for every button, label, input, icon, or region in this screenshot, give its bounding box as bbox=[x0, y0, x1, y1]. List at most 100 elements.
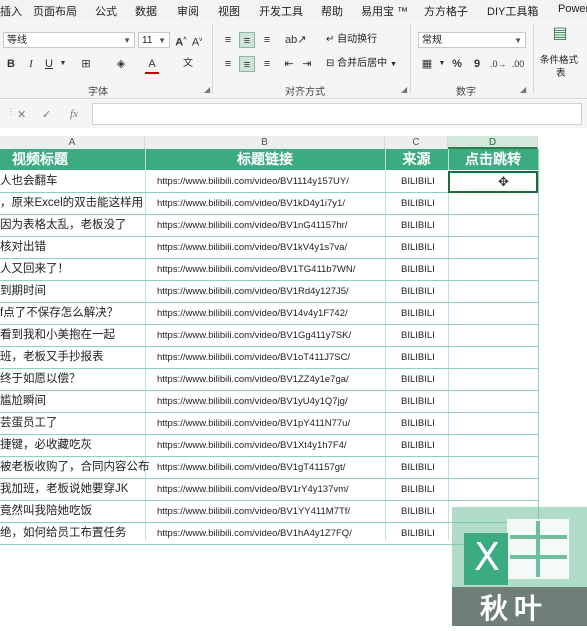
active-cell-d2[interactable]: ✥ bbox=[448, 171, 538, 193]
cell-link[interactable]: https://www.bilibili.com/video/BV1pY411N… bbox=[157, 413, 387, 434]
cell-title[interactable]: 因为表格太乱，老板没了 bbox=[0, 215, 150, 236]
cell-source[interactable]: BILIBILI bbox=[401, 369, 446, 390]
align-left-icon[interactable]: ≡ bbox=[220, 56, 236, 72]
cell-link[interactable]: https://www.bilibili.com/video/BV1oT411J… bbox=[157, 347, 387, 368]
cell-source[interactable]: BILIBILI bbox=[401, 193, 446, 214]
tab-page-layout[interactable]: 页面布局 bbox=[33, 3, 77, 19]
merge-center-button[interactable]: ⊟ 合并后居中 ▼ bbox=[326, 56, 397, 72]
cell-link[interactable]: https://www.bilibili.com/video/BV1hA4y1Z… bbox=[157, 523, 387, 544]
percent-icon[interactable]: % bbox=[450, 56, 464, 72]
column-header-a[interactable]: A bbox=[0, 136, 145, 149]
dialog-launcher-icon[interactable]: ◢ bbox=[401, 85, 407, 94]
cell-source[interactable]: BILIBILI bbox=[401, 347, 446, 368]
bold-icon[interactable]: B bbox=[4, 56, 18, 72]
header-source[interactable]: 来源 bbox=[385, 149, 448, 170]
cell-title[interactable]: 捷键，必收藏吃灰 bbox=[0, 435, 150, 456]
format-as-table-button[interactable]: 表 bbox=[556, 65, 566, 79]
chevron-down-icon[interactable]: ▼ bbox=[438, 56, 446, 72]
conditional-format-icon[interactable]: ▤ bbox=[548, 26, 572, 42]
cell-link[interactable]: https://www.bilibili.com/video/BV1Gg411y… bbox=[157, 325, 387, 346]
border-icon[interactable]: ⊞ bbox=[78, 56, 94, 72]
cell-source[interactable]: BILIBILI bbox=[401, 501, 446, 522]
cell-source[interactable]: BILIBILI bbox=[401, 171, 446, 192]
cell-source[interactable]: BILIBILI bbox=[401, 259, 446, 280]
cell-link[interactable]: https://www.bilibili.com/video/BV1Rd4y12… bbox=[157, 281, 387, 302]
tab-view[interactable]: 视图 bbox=[218, 3, 240, 19]
increase-font-icon[interactable]: A^ bbox=[174, 32, 188, 49]
tab-data[interactable]: 数据 bbox=[135, 3, 157, 19]
cell-source[interactable]: BILIBILI bbox=[401, 281, 446, 302]
cell-link[interactable]: https://www.bilibili.com/video/BV1gT4115… bbox=[157, 457, 387, 478]
wrap-text-button[interactable]: ↵ 自动换行 bbox=[326, 32, 377, 48]
header-jump[interactable]: 点击跳转 bbox=[448, 149, 538, 170]
cell-link[interactable]: https://www.bilibili.com/video/BV1114y15… bbox=[157, 171, 387, 192]
cell-source[interactable]: BILIBILI bbox=[401, 457, 446, 478]
decrease-indent-icon[interactable]: ⇤ bbox=[282, 56, 296, 72]
cell-link[interactable]: https://www.bilibili.com/video/BV1YY411M… bbox=[157, 501, 387, 522]
cell-title[interactable]: 绝，如何给员工布置任务 bbox=[0, 523, 150, 544]
cell-title[interactable]: f点了不保存怎么解决？ bbox=[0, 303, 150, 324]
font-size-select[interactable]: 11 ▼ bbox=[138, 32, 170, 48]
insert-function-icon[interactable]: fx bbox=[70, 108, 78, 120]
tab-fangfanggezi[interactable]: 方方格子 bbox=[424, 3, 468, 19]
increase-indent-icon[interactable]: ⇥ bbox=[300, 56, 314, 72]
cell-title[interactable]: 人又回来了！ bbox=[0, 259, 150, 280]
increase-decimal-icon[interactable]: .0→ bbox=[490, 56, 507, 72]
fill-color-icon[interactable]: ◈ bbox=[113, 56, 129, 72]
tab-developer[interactable]: 开发工具 bbox=[259, 3, 303, 19]
cell-title[interactable]: 竟然叫我陪她吃饭 bbox=[0, 501, 150, 522]
cell-title[interactable]: 芸蛋员工了 bbox=[0, 413, 150, 434]
tab-review[interactable]: 审阅 bbox=[177, 3, 199, 19]
column-header-d[interactable]: D bbox=[448, 136, 538, 149]
cell-title[interactable]: ，原来Excel的双击能这样用 bbox=[0, 193, 150, 214]
cell-source[interactable]: BILIBILI bbox=[401, 523, 446, 544]
font-name-select[interactable]: 等线 ▼ bbox=[3, 32, 135, 48]
decrease-decimal-icon[interactable]: .00 bbox=[510, 56, 526, 72]
cell-title[interactable]: 人也会翻车 bbox=[0, 171, 150, 192]
underline-icon[interactable]: U bbox=[42, 56, 56, 72]
cell-source[interactable]: BILIBILI bbox=[401, 325, 446, 346]
cell-source[interactable]: BILIBILI bbox=[401, 215, 446, 236]
tab-diy-toolbox[interactable]: DIY工具箱 bbox=[487, 3, 538, 19]
cell-title[interactable]: 终于如愿以偿？ bbox=[0, 369, 150, 390]
cell-link[interactable]: https://www.bilibili.com/video/BV1yU4y1Q… bbox=[157, 391, 387, 412]
font-color-icon[interactable]: A bbox=[145, 56, 159, 74]
enter-icon[interactable]: ✓ bbox=[42, 108, 51, 121]
tab-formulas[interactable]: 公式 bbox=[95, 3, 117, 19]
cell-title[interactable]: 班，老板又手抄报表 bbox=[0, 347, 150, 368]
cell-source[interactable]: BILIBILI bbox=[401, 391, 446, 412]
cell-title[interactable]: 尴尬瞬间 bbox=[0, 391, 150, 412]
cell-source[interactable]: BILIBILI bbox=[401, 479, 446, 500]
more-icon[interactable]: ⋮ bbox=[7, 107, 15, 116]
italic-icon[interactable]: I bbox=[24, 56, 38, 72]
cell-link[interactable]: https://www.bilibili.com/video/BV1TG411b… bbox=[157, 259, 387, 280]
cell-source[interactable]: BILIBILI bbox=[401, 303, 446, 324]
formula-input[interactable] bbox=[92, 103, 582, 125]
column-header-c[interactable]: C bbox=[385, 136, 448, 149]
cell-title[interactable]: 被老板收购了，合同内容公布 bbox=[0, 457, 150, 478]
align-center-icon[interactable]: ≡ bbox=[239, 56, 255, 72]
cell-link[interactable]: https://www.bilibili.com/video/BV1Xt4y1h… bbox=[157, 435, 387, 456]
cell-link[interactable]: https://www.bilibili.com/video/BV1ZZ4y1e… bbox=[157, 369, 387, 390]
tab-insert[interactable]: 插入 bbox=[0, 3, 22, 19]
cell-source[interactable]: BILIBILI bbox=[401, 413, 446, 434]
cell-link[interactable]: https://www.bilibili.com/video/BV1kD4y1i… bbox=[157, 193, 387, 214]
column-header-b[interactable]: B bbox=[145, 136, 385, 149]
cell-link[interactable]: https://www.bilibili.com/video/BV1rY4y13… bbox=[157, 479, 387, 500]
tab-power[interactable]: Power bbox=[558, 3, 587, 15]
cell-source[interactable]: BILIBILI bbox=[401, 435, 446, 456]
cell-link[interactable]: https://www.bilibili.com/video/BV1kV4y1s… bbox=[157, 237, 387, 258]
dialog-launcher-icon[interactable]: ◢ bbox=[520, 85, 526, 94]
cell-title[interactable]: 核对出错 bbox=[0, 237, 150, 258]
conditional-format-button[interactable]: 条件格式 bbox=[540, 52, 578, 66]
tab-help[interactable]: 帮助 bbox=[321, 3, 343, 19]
header-title[interactable]: 视频标题 bbox=[0, 149, 80, 170]
phonetic-icon[interactable]: 文 bbox=[180, 56, 196, 72]
cell-link[interactable]: https://www.bilibili.com/video/BV1nG4115… bbox=[157, 215, 387, 236]
comma-style-icon[interactable]: 9 bbox=[470, 56, 484, 72]
orientation-icon[interactable]: ab↗ bbox=[285, 32, 306, 48]
cell-title[interactable]: 看到我和小美抱在一起 bbox=[0, 325, 150, 346]
decrease-font-icon[interactable]: Av bbox=[190, 32, 204, 49]
dialog-launcher-icon[interactable]: ◢ bbox=[204, 85, 210, 94]
accounting-format-icon[interactable]: ▦ bbox=[419, 56, 435, 72]
